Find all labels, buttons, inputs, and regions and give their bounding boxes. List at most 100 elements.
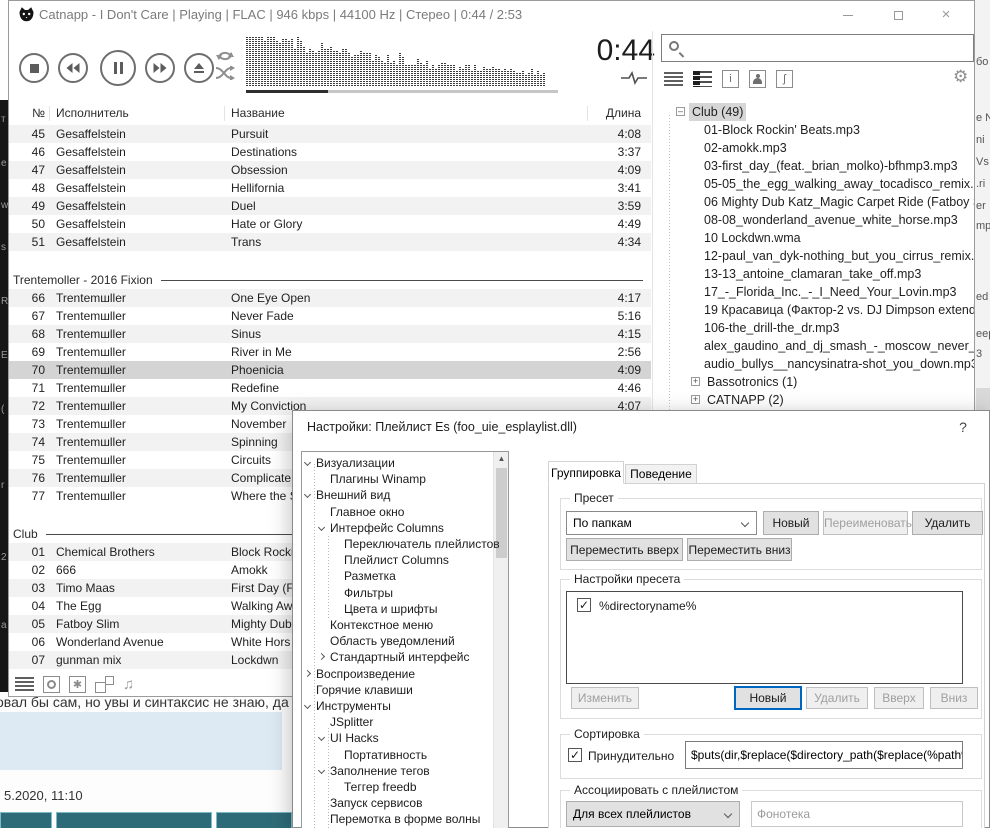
preset-combobox[interactable]: По папкам (566, 511, 757, 535)
playlist-header[interactable]: № Исполнитель Название Длина (9, 104, 651, 124)
pattern-down-button[interactable]: Вниз (930, 687, 978, 709)
scroll-up-icon[interactable]: ▲ (494, 454, 509, 463)
preferences-tree-item[interactable]: Стандартный интерфейс (302, 649, 492, 665)
visualizer-view-icon[interactable]: ✱ (69, 676, 86, 693)
tree-scrollbar[interactable]: ▲ (493, 452, 508, 828)
playlist-row[interactable]: 46GesaffelsteinDestinations3:37 (9, 143, 651, 161)
stop-button[interactable] (19, 53, 49, 83)
playlist-row[interactable]: 70TrentemшllerPhoenicia4:09 (9, 361, 651, 379)
previous-button[interactable] (58, 53, 88, 83)
preset-rename-button[interactable]: Переименовать (823, 511, 908, 535)
simple-list-icon[interactable] (664, 71, 683, 88)
collapse-icon[interactable]: – (676, 107, 685, 116)
chevron-down-icon[interactable] (318, 524, 325, 531)
preferences-tree-item[interactable]: Область уведомлений (302, 633, 492, 649)
preferences-tree-item[interactable]: Переключатель плейлистов (302, 536, 492, 552)
artist-panel-icon[interactable] (749, 70, 766, 88)
preset-delete-button[interactable]: Удалить (912, 511, 983, 535)
playlist-row[interactable]: 67TrentemшllerNever Fade5:16 (9, 307, 651, 325)
dialog-help-button[interactable]: ? (953, 419, 973, 435)
pattern-edit-button[interactable]: Изменить (571, 687, 639, 709)
repeat-icon[interactable] (215, 49, 235, 63)
folder-tree-item[interactable]: 06 Mighty Dub Katz_Magic Carpet Ride (Fa… (661, 193, 974, 211)
preferences-tree-item[interactable]: Теггер freedb (302, 779, 492, 795)
playlist-row[interactable]: 68TrentemшllerSinus4:15 (9, 325, 651, 343)
pattern-delete-button[interactable]: Удалить (806, 687, 868, 709)
tab-grouping[interactable]: Группировка (548, 461, 624, 484)
preferences-tree-item[interactable]: Цвета и шрифты (302, 601, 492, 617)
shuffle-icon[interactable] (215, 66, 235, 80)
folder-tree-item[interactable]: –Club (49) (661, 103, 974, 121)
minimize-button[interactable] (831, 5, 865, 25)
maximize-button[interactable] (881, 5, 915, 25)
column-header-2[interactable]: Название (231, 106, 285, 120)
folder-tree-item[interactable]: +CATNAPP (2) (661, 391, 974, 409)
chevron-down-icon[interactable] (318, 734, 325, 741)
eject-button[interactable] (184, 53, 214, 83)
preferences-tree-item[interactable]: Разметка (302, 568, 492, 584)
preset-pattern-list[interactable]: ✓ %directoryname% (566, 591, 963, 684)
close-button[interactable]: × (929, 5, 963, 25)
preferences-tree-item[interactable]: Запуск сервисов (302, 795, 492, 811)
next-button[interactable] (145, 53, 175, 83)
expand-icon[interactable]: + (691, 377, 700, 386)
column-header-3[interactable]: Длина (606, 106, 641, 120)
folder-tree-item[interactable]: 10 Lockdwn.wma (661, 229, 974, 247)
force-sort-checkbox[interactable]: ✓ (568, 748, 582, 762)
preferences-tree-item[interactable]: UI Hacks (302, 730, 492, 746)
playlist-row[interactable]: 45GesaffelsteinPursuit4:08 (9, 125, 651, 143)
folder-tree-item[interactable]: alex_gaudino_and_dj_smash_-_moscow_never… (661, 337, 974, 355)
preset-new-button[interactable]: Новый (763, 511, 819, 535)
preferences-tree-item[interactable]: Контекстное меню (302, 617, 492, 633)
disc-view-icon[interactable] (43, 676, 60, 693)
titlebar[interactable]: Catnapp - I Don't Care | Playing | FLAC … (9, 1, 974, 29)
preset-move-up-button[interactable]: Переместить вверх (566, 538, 683, 561)
playlist-row[interactable]: 51GesaffelsteinTrans4:34 (9, 233, 651, 251)
chevron-down-icon[interactable] (304, 491, 311, 498)
search-input[interactable] (661, 34, 974, 62)
folder-tree-item[interactable]: 13-13_antoine_clamaran_take_off.mp3 (661, 265, 974, 283)
folder-tree-item[interactable]: 05-05_the_egg_walking_away_tocadisco_rem… (661, 175, 974, 193)
playlist-row[interactable]: 71TrentemшllerRedefine4:46 (9, 379, 651, 397)
folder-tree-item[interactable]: 17_-_Florida_Inc._-_I_Need_Your_Lovin.mp… (661, 283, 974, 301)
preferences-tree-item[interactable]: Перемотка в форме волны (302, 811, 492, 827)
pause-button[interactable] (100, 50, 136, 86)
preferences-tree-item[interactable]: Воспроизведение (302, 666, 492, 682)
preferences-tree-item[interactable]: Заполнение тегов (302, 763, 492, 779)
sort-pattern-input[interactable]: $puts(dir,$replace($directory_path($repl… (685, 741, 963, 769)
playlist-row[interactable]: 48GesaffelsteinHellifornia3:41 (9, 179, 651, 197)
playlist-row[interactable]: 50GesaffelsteinHate or Glory4:49 (9, 215, 651, 233)
preferences-tree-item[interactable]: Внешний вид (302, 487, 492, 503)
chevron-right-icon[interactable] (318, 653, 325, 660)
preset-move-down-button[interactable]: Переместить вниз (687, 538, 792, 561)
preferences-tree-item[interactable]: Плейлист Columns (302, 552, 492, 568)
pattern-item-label[interactable]: %directoryname% (599, 599, 696, 613)
playlist-view-icon[interactable] (15, 676, 34, 693)
detailed-list-icon[interactable] (693, 71, 712, 87)
pattern-up-button[interactable]: Вверх (874, 687, 924, 709)
tab-behavior[interactable]: Поведение (625, 464, 697, 484)
preferences-tree-item[interactable]: Горячие клавиши (302, 682, 492, 698)
associate-scope-combobox[interactable]: Для всех плейлистов (566, 801, 740, 827)
music-note-icon[interactable]: ♫ (123, 676, 134, 693)
expand-icon[interactable]: + (691, 395, 700, 404)
info-panel-icon[interactable]: i (722, 70, 739, 88)
column-header-1[interactable]: Исполнитель (56, 106, 129, 120)
folder-tree-item[interactable]: 12-paul_van_dyk-nothing_but_you_cirrus_r… (661, 247, 974, 265)
playlist-row[interactable]: 47GesaffelsteinObsession4:09 (9, 161, 651, 179)
associate-playlist-input[interactable]: Фонотека (751, 801, 963, 827)
playlist-row[interactable]: 66TrentemшllerOne Eye Open4:17 (9, 289, 651, 307)
chevron-down-icon[interactable] (304, 459, 311, 466)
pattern-new-button[interactable]: Новый (734, 686, 802, 710)
folder-tree-item[interactable]: +Bassotronics (1) (661, 373, 974, 391)
folder-tree-item[interactable]: 19 Красавица (Фактор-2 vs. DJ Dimpson ex… (661, 301, 974, 319)
folder-tree-item[interactable]: 08-08_wonderland_avenue_white_horse.mp3 (661, 211, 974, 229)
preferences-tree-item[interactable]: Визуализации (302, 455, 492, 471)
chevron-down-icon[interactable] (304, 702, 311, 709)
folder-tree-item[interactable]: 02-amokk.mp3 (661, 139, 974, 157)
lyrics-panel-icon[interactable]: ʃ (776, 70, 793, 88)
pattern-checkbox[interactable]: ✓ (577, 598, 591, 612)
folder-tree-item[interactable]: 03-first_day_(feat._brian_molko)-bfhmp3.… (661, 157, 974, 175)
playlist-row[interactable]: 49GesaffelsteinDuel3:59 (9, 197, 651, 215)
column-header-0[interactable]: № (21, 106, 45, 120)
